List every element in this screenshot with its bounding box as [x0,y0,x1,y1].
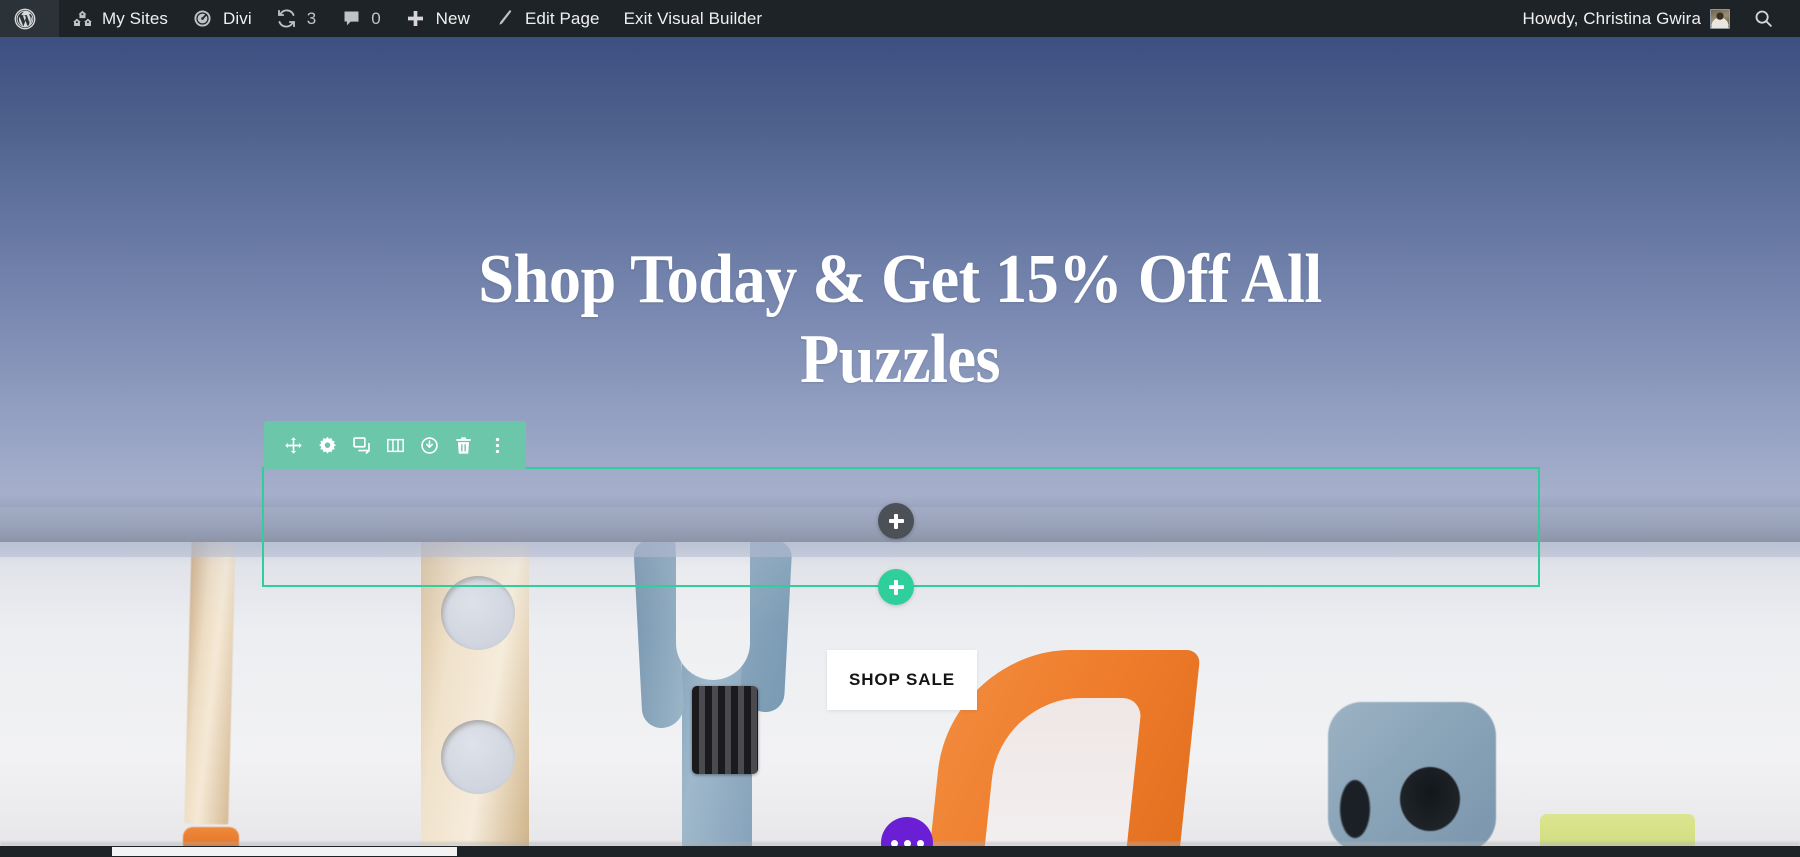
delete-row-button[interactable] [446,421,480,469]
plus-icon [888,579,904,595]
divi-gauge-icon [192,8,214,30]
account-menu[interactable]: Howdy, Christina Gwira [1510,0,1742,37]
updates-count: 3 [306,9,317,28]
photo-plank-hole-bottom [441,720,515,794]
photo-block-hole [1400,767,1460,831]
horizontal-scrollbar[interactable] [0,846,1800,857]
admin-bar-label-my-sites: My Sites [102,9,168,28]
admin-bar-left-group: My Sites Divi 3 0 New Edit Page Exit Vis… [0,0,774,37]
admin-bar-item-divi[interactable]: Divi [180,0,264,37]
admin-bar-item-updates[interactable]: 3 [264,0,328,37]
admin-bar-item-my-sites[interactable]: My Sites [59,0,180,37]
admin-bar-item-exit-visual-builder[interactable]: Exit Visual Builder [612,0,775,37]
admin-bar-label-divi: Divi [222,9,252,28]
scrollbar-thumb[interactable] [112,847,457,856]
add-row-button[interactable] [878,569,914,605]
comments-count: 0 [371,9,381,28]
disable-row-button[interactable] [412,421,446,469]
wp-admin-bar: My Sites Divi 3 0 New Edit Page Exit Vis… [0,0,1800,37]
duplicate-row-button[interactable] [344,421,378,469]
shop-sale-label: SHOP SALE [848,670,956,689]
avatar [1710,8,1730,29]
howdy-label: Howdy, Christina Gwira [1522,9,1701,28]
column-structure-button[interactable] [378,421,412,469]
plus-icon [405,8,427,30]
pencil-icon [494,8,516,30]
photo-block-hole-side [1340,780,1370,838]
row-settings-button[interactable] [310,421,344,469]
admin-bar-item-edit-page[interactable]: Edit Page [482,0,612,37]
admin-bar-label-edit-page: Edit Page [524,9,600,28]
move-row-button[interactable] [276,421,310,469]
divi-row-toolbar [264,421,526,469]
wordpress-logo-icon [14,8,36,30]
search-icon [1752,8,1774,30]
row-more-options-button[interactable] [480,421,514,469]
sites-icon [71,8,93,30]
page-title: Shop Today & Get 15% Off All Puzzles [478,241,1322,398]
shop-sale-button[interactable]: SHOP SALE [827,650,977,710]
plus-icon [888,513,904,529]
wordpress-logo-menu[interactable] [0,0,59,37]
search-button[interactable] [1742,0,1784,37]
admin-bar-right-group: Howdy, Christina Gwira [1510,0,1800,37]
admin-bar-label-exit-visual-builder: Exit Visual Builder [623,9,763,28]
photo-orange-saw [929,650,1201,847]
admin-bar-item-new[interactable]: New [393,0,482,37]
admin-bar-label-new: New [435,9,470,28]
updates-icon [276,8,298,30]
visual-builder-canvas: Shop Today & Get 15% Off All Puzzles SHO… [0,37,1800,847]
admin-bar-item-comments[interactable]: 0 [328,0,392,37]
add-module-button[interactable] [878,503,914,539]
comments-icon [340,8,362,30]
